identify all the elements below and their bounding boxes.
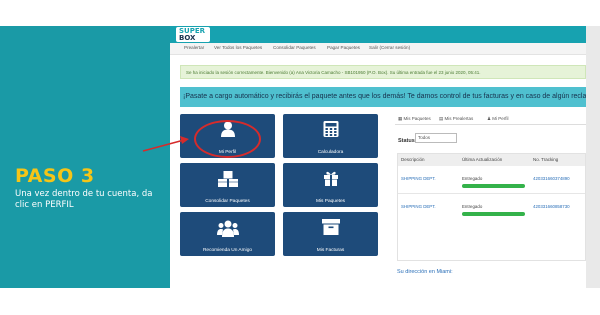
calculadora-tile[interactable]: Calculadora [283, 114, 378, 158]
update-cell: Entregado [462, 204, 483, 209]
archive-box-icon [321, 219, 340, 235]
tutorial-slide: PASO 3 Una vez dentro de tu cuenta, da c… [0, 0, 600, 315]
tab-mi-perfil[interactable]: ♟ Mi Perfil [487, 116, 509, 122]
tracking-cell[interactable]: 420331660374890 [533, 176, 570, 181]
auto-charge-banner[interactable]: ¡Pasate a cargo automático y recibirás e… [180, 87, 586, 107]
tab-mis-paquetes[interactable]: ▦ Mis Paquetes [398, 116, 431, 122]
consolidar-paquetes-tile[interactable]: Consolidar Paquetes [180, 163, 275, 207]
status-select[interactable]: Todos [415, 133, 457, 143]
update-cell: Entregado [462, 176, 483, 181]
tile-label: Calculadora [317, 150, 344, 155]
tile-label: Mis Paquetes [315, 199, 346, 204]
packages-table: Descripción Última Actualización No. Tra… [397, 153, 586, 261]
nav-pagar-paquetes[interactable]: Pagar Paquetes [327, 45, 360, 50]
brand-logo-line2: BOX [179, 34, 196, 42]
tab-mis-prealertas[interactable]: ▤ Mis Prealertas [439, 116, 473, 122]
app-screenshot: SUPER BOX Prealertar Ver Todos los Paque… [170, 26, 586, 288]
mis-paquetes-tile[interactable]: Mis Paquetes [283, 163, 378, 207]
highlight-circle [194, 120, 261, 158]
instruction-panel: PASO 3 Una vez dentro de tu cuenta, da c… [0, 26, 170, 288]
status-label: Status [398, 138, 415, 144]
step-title: PASO 3 [15, 165, 95, 187]
tracking-cell[interactable]: 420331660858730 [533, 204, 570, 209]
nav-prealertar[interactable]: Prealertar [184, 45, 204, 50]
nav-consolidar-paquetes[interactable]: Consolidar Paquetes [273, 45, 316, 50]
main-nav: Prealertar Ver Todos los Paquetes Consol… [170, 43, 586, 55]
column-header: Última Actualización [462, 157, 503, 162]
tile-label: Recomienda Un Amigo [202, 248, 253, 253]
progress-bar [462, 212, 525, 216]
scrollbar-track[interactable] [586, 26, 600, 288]
description-cell[interactable]: SHIPPING DEPT. [401, 204, 436, 209]
gift-icon [323, 171, 338, 186]
top-bar: SUPER BOX [170, 26, 586, 43]
column-header: No. Tracking [533, 157, 559, 162]
panel-tabs: ▦ Mis Paquetes ▤ Mis Prealertas ♟ Mi Per… [395, 113, 586, 125]
tab-label: Mis Paquetes [403, 116, 431, 121]
tile-label: Consolidar Paquetes [205, 199, 250, 204]
column-header: Descripción [401, 157, 425, 162]
login-success-alert: Se ha iniciado la sesión correctamente. … [180, 65, 586, 79]
nav-salir[interactable]: Salir (Cerrar sesión) [369, 45, 410, 50]
recomienda-un-amigo-tile[interactable]: Recomienda Un Amigo [180, 212, 275, 256]
users-icon [216, 220, 239, 237]
tab-label: Mis Prealertas [444, 116, 474, 121]
progress-bar [462, 184, 525, 188]
nav-ver-todos-paquetes[interactable]: Ver Todos los Paquetes [214, 45, 262, 50]
calculator-icon [323, 121, 338, 137]
table-header: Descripción Última Actualización No. Tra… [398, 154, 585, 166]
tile-label: Mis Facturas [316, 248, 345, 253]
row-divider [398, 193, 585, 194]
description-cell[interactable]: SHIPPING DEPT. [401, 176, 436, 181]
boxes-icon [217, 171, 238, 187]
mis-facturas-tile[interactable]: Mis Facturas [283, 212, 378, 256]
tab-label: Mi Perfil [492, 116, 509, 121]
step-description: Una vez dentro de tu cuenta, da clic en … [15, 189, 153, 210]
packages-panel: ▦ Mis Paquetes ▤ Mis Prealertas ♟ Mi Per… [395, 113, 586, 288]
address-heading[interactable]: Su dirección en Miami: [397, 269, 453, 275]
brand-logo: SUPER BOX [176, 27, 210, 42]
